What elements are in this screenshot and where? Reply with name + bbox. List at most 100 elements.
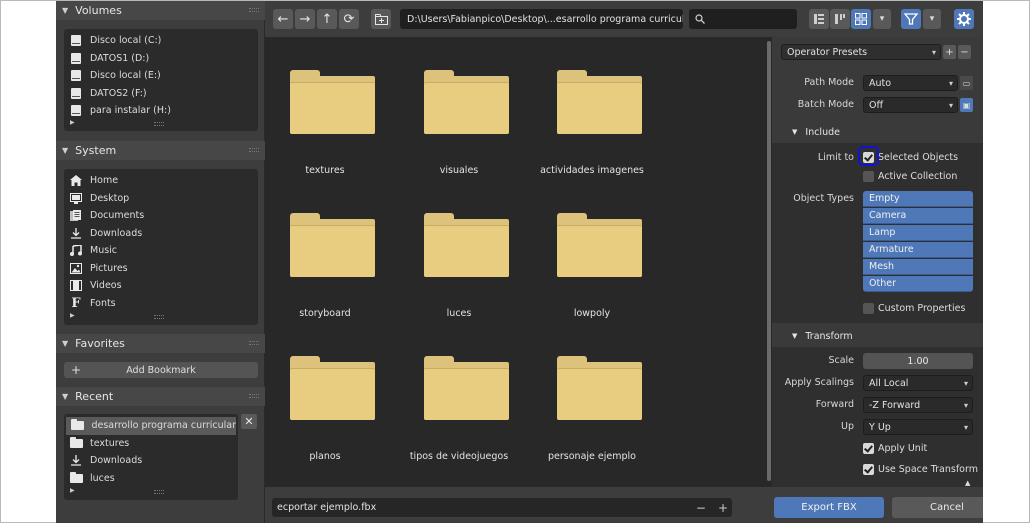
export-fbx-button[interactable]: Export FBX xyxy=(774,497,884,518)
increment-filename-button[interactable]: + xyxy=(718,501,728,515)
cancel-button[interactable]: Cancel xyxy=(892,497,983,518)
active-collection-checkbox[interactable]: Active Collection xyxy=(863,171,957,182)
folder-item[interactable]: lowpoly xyxy=(532,180,652,319)
directory-path-input[interactable]: D:\Users\Fabianpico\Desktop\...esarrollo… xyxy=(400,9,683,29)
remove-preset-button[interactable]: − xyxy=(958,45,971,59)
limit-to-label: Limit to xyxy=(817,152,854,163)
forward-axis-dropdown[interactable]: -Z Forward ▾ xyxy=(863,397,973,413)
filename-input[interactable]: ecportar ejemplo.fbx − + xyxy=(272,498,732,517)
folder-item[interactable]: storyboard xyxy=(265,180,385,319)
batch-mode-dropdown[interactable]: Off ▾ xyxy=(863,97,958,113)
folder-label: lowpoly xyxy=(573,308,611,319)
drag-grip-icon[interactable] xyxy=(249,341,259,345)
minus-icon: − xyxy=(960,46,969,58)
display-thumbnails-button[interactable] xyxy=(851,9,871,29)
expand-arrow-icon[interactable]: ▶ xyxy=(70,119,75,126)
scale-label: Scale xyxy=(828,355,854,366)
settings-button[interactable] xyxy=(954,9,974,29)
expand-arrow-icon[interactable]: ▶ xyxy=(70,487,75,494)
folder-item[interactable]: planos xyxy=(265,323,385,462)
recent-title: Recent xyxy=(75,390,114,403)
folder-item[interactable]: actividades imagenes xyxy=(532,37,652,176)
folder-item[interactable]: tipos de videojuegos xyxy=(399,323,519,462)
system-item-desktop[interactable]: Desktop xyxy=(64,190,258,208)
drag-grip-icon[interactable] xyxy=(249,394,259,398)
folder-item[interactable]: luces xyxy=(399,180,519,319)
parent-directory-button[interactable]: ↑ xyxy=(317,9,337,29)
folder-item[interactable]: textures xyxy=(265,37,385,176)
up-axis-dropdown[interactable]: Y Up ▾ xyxy=(863,419,973,435)
system-item-videos[interactable]: Videos xyxy=(64,277,258,295)
checkbox-unchecked-icon xyxy=(863,303,874,314)
object-type-armature[interactable]: Armature xyxy=(863,242,973,258)
display-horizontal-list-button[interactable] xyxy=(830,9,850,29)
close-icon: ✕ xyxy=(244,415,254,428)
forward-label: Forward xyxy=(815,399,854,410)
system-item-documents[interactable]: Documents xyxy=(64,207,258,225)
recent-item[interactable]: desarrollo programa curricular xyxy=(66,417,236,435)
resize-grip-icon[interactable] xyxy=(154,315,164,319)
new-folder-button[interactable] xyxy=(371,9,391,29)
batch-own-dir-toggle[interactable]: ▣ xyxy=(960,98,973,112)
system-item-fonts[interactable]: F Fonts xyxy=(64,295,258,313)
object-type-other[interactable]: Other xyxy=(863,276,973,292)
system-item-home[interactable]: Home xyxy=(64,172,258,190)
resize-grip-icon[interactable] xyxy=(154,122,164,126)
display-vertical-list-button[interactable] xyxy=(809,9,829,29)
volume-item[interactable]: para instalar (H:) xyxy=(64,102,258,120)
display-settings-dropdown[interactable]: ▾ xyxy=(873,9,891,29)
volume-item[interactable]: DATOS1 (D:) xyxy=(64,50,258,68)
volume-item[interactable]: DATOS2 (F:) xyxy=(64,85,258,103)
scroll-up-arrow-icon[interactable]: ▲ xyxy=(965,479,970,487)
folder-item[interactable]: visuales xyxy=(399,37,519,176)
recent-item[interactable]: Downloads xyxy=(64,452,238,470)
filter-button[interactable] xyxy=(901,9,921,29)
volume-item[interactable]: Disco local (E:) xyxy=(64,67,258,85)
volume-item[interactable]: Disco local (C:) xyxy=(64,32,258,50)
add-preset-button[interactable]: + xyxy=(943,45,956,59)
use-space-transform-checkbox[interactable]: Use Space Transform xyxy=(863,464,978,475)
system-panel-header[interactable]: ▼ System xyxy=(56,141,265,160)
system-item-downloads[interactable]: Downloads xyxy=(64,225,258,243)
custom-properties-checkbox[interactable]: Custom Properties xyxy=(863,303,965,314)
back-button[interactable]: ← xyxy=(273,9,293,29)
refresh-button[interactable]: ⟳ xyxy=(339,9,359,29)
filter-settings-dropdown[interactable]: ▾ xyxy=(923,9,941,29)
decrement-filename-button[interactable]: − xyxy=(696,501,706,515)
folder-item[interactable]: personaje ejemplo xyxy=(532,323,652,462)
recent-item[interactable]: textures xyxy=(64,435,238,453)
up-label: Up xyxy=(841,421,854,432)
recent-panel-header[interactable]: ▼ Recent xyxy=(56,387,265,406)
drag-grip-icon[interactable] xyxy=(249,148,259,152)
checkbox-checked-icon xyxy=(863,464,874,475)
download-icon xyxy=(69,455,83,467)
transform-section-header[interactable]: ▼ Transform xyxy=(772,326,983,346)
object-type-empty[interactable]: Empty xyxy=(863,191,973,207)
apply-unit-checkbox[interactable]: Apply Unit xyxy=(863,443,927,454)
object-type-camera[interactable]: Camera xyxy=(863,208,973,224)
apply-scalings-dropdown[interactable]: All Local ▾ xyxy=(863,375,973,391)
system-item-pictures[interactable]: Pictures xyxy=(64,260,258,278)
recent-item[interactable]: luces xyxy=(64,470,238,488)
search-input[interactable] xyxy=(689,9,797,29)
include-section-header[interactable]: ▼ Include xyxy=(772,122,983,142)
add-bookmark-button[interactable]: + Add Bookmark xyxy=(64,362,258,378)
scale-input[interactable]: 1.00 xyxy=(863,353,973,369)
favorites-panel-header[interactable]: ▼ Favorites xyxy=(56,334,265,353)
operator-presets-dropdown[interactable]: Operator Presets ▾ xyxy=(781,44,941,60)
volumes-panel-header[interactable]: ▼ Volumes xyxy=(56,1,265,20)
fonts-icon: F xyxy=(71,295,81,311)
embed-textures-toggle[interactable]: ▭ xyxy=(960,76,973,90)
folder-label: personaje ejemplo xyxy=(548,451,636,462)
expand-arrow-icon[interactable]: ▶ xyxy=(70,312,75,319)
resize-grip-icon[interactable] xyxy=(154,490,164,494)
path-mode-dropdown[interactable]: Auto ▾ xyxy=(863,75,958,91)
arrow-left-icon: ← xyxy=(277,11,289,27)
object-type-mesh[interactable]: Mesh xyxy=(863,259,973,275)
forward-button[interactable]: → xyxy=(295,9,315,29)
system-item-music[interactable]: Music xyxy=(64,242,258,260)
remove-recent-button[interactable]: ✕ xyxy=(241,414,257,429)
file-grid-scrollbar[interactable] xyxy=(767,41,771,481)
object-type-lamp[interactable]: Lamp xyxy=(863,225,973,241)
drag-grip-icon[interactable] xyxy=(249,8,259,12)
